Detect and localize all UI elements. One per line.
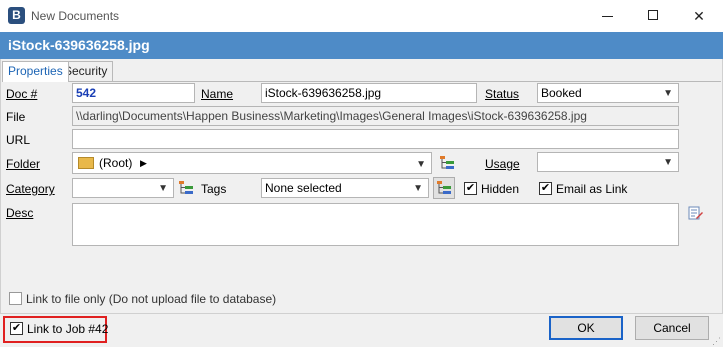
check-icon: ✔ (540, 182, 551, 194)
file-path-field: \\darling\Documents\Happen Business\Mark… (72, 106, 679, 126)
hidden-checkbox[interactable]: ✔ (464, 182, 477, 195)
chevron-down-icon: ▼ (413, 183, 423, 194)
link-file-only-label: Link to file only (Do not upload file to… (26, 292, 277, 306)
folder-value: (Root) (99, 156, 133, 170)
check-icon: ✔ (465, 182, 476, 194)
email-as-link-checkbox[interactable]: ✔ (539, 182, 552, 195)
email-as-link-label: Email as Link (556, 182, 628, 196)
close-button[interactable]: ✕ (676, 0, 722, 32)
desc-textarea[interactable] (72, 203, 679, 246)
category-label: Category (6, 182, 55, 196)
status-label: Status (485, 87, 520, 101)
doc-number-field[interactable]: 542 (72, 83, 195, 103)
document-title: iStock-639636258.jpg (8, 37, 150, 53)
tree-icon (437, 181, 451, 194)
hidden-label: Hidden (481, 182, 520, 196)
doc-label: Doc # (6, 87, 38, 101)
category-tree-icon[interactable] (178, 180, 194, 196)
file-label: File (6, 110, 26, 124)
folder-label: Folder (6, 157, 41, 171)
chevron-right-icon: ▶ (140, 158, 147, 168)
window-title: New Documents (31, 9, 120, 23)
ok-button[interactable]: OK (549, 316, 623, 340)
folder-icon (78, 157, 94, 169)
category-select[interactable]: ▼ (72, 178, 174, 198)
tags-label: Tags (201, 182, 227, 196)
resize-grip-icon[interactable]: ⋰ (712, 336, 721, 347)
maximize-button[interactable] (630, 0, 676, 32)
url-label: URL (6, 133, 31, 147)
status-value: Booked (541, 86, 582, 100)
tags-tree-button[interactable] (433, 177, 455, 199)
usage-label: Usage (485, 157, 520, 171)
name-label: Name (201, 87, 234, 101)
link-to-job-checkbox[interactable]: ✔ (10, 322, 23, 335)
edit-icon[interactable] (688, 205, 704, 221)
cancel-button[interactable]: Cancel (635, 316, 709, 340)
url-field[interactable] (72, 129, 679, 149)
title-bar[interactable]: B New Documents ✕ (0, 0, 723, 32)
close-icon: ✕ (693, 8, 705, 24)
link-to-job-label: Link to Job #42 (27, 322, 109, 336)
usage-select[interactable]: ▼ (537, 152, 679, 172)
desc-label: Desc (6, 206, 34, 220)
chevron-down-icon: ▼ (663, 157, 673, 168)
chevron-down-icon: ▼ (663, 88, 673, 99)
maximize-icon (648, 10, 658, 20)
tags-value: None selected (265, 181, 342, 195)
app-icon: B (8, 7, 25, 24)
tab-properties[interactable]: Properties (2, 61, 69, 82)
folder-tree-icon[interactable] (439, 155, 455, 171)
minimize-button[interactable] (584, 0, 630, 32)
chevron-down-icon: ▼ (158, 183, 168, 194)
check-icon: ✔ (11, 322, 22, 334)
status-select[interactable]: Booked ▼ (537, 83, 679, 103)
tags-select[interactable]: None selected ▼ (261, 178, 429, 198)
link-file-only-checkbox[interactable] (9, 292, 22, 305)
name-field[interactable]: iStock-639636258.jpg (261, 83, 477, 103)
chevron-down-icon: ▼ (416, 159, 426, 170)
minimize-icon (602, 16, 613, 17)
folder-select[interactable]: (Root) ▶ ▼ (72, 152, 432, 174)
